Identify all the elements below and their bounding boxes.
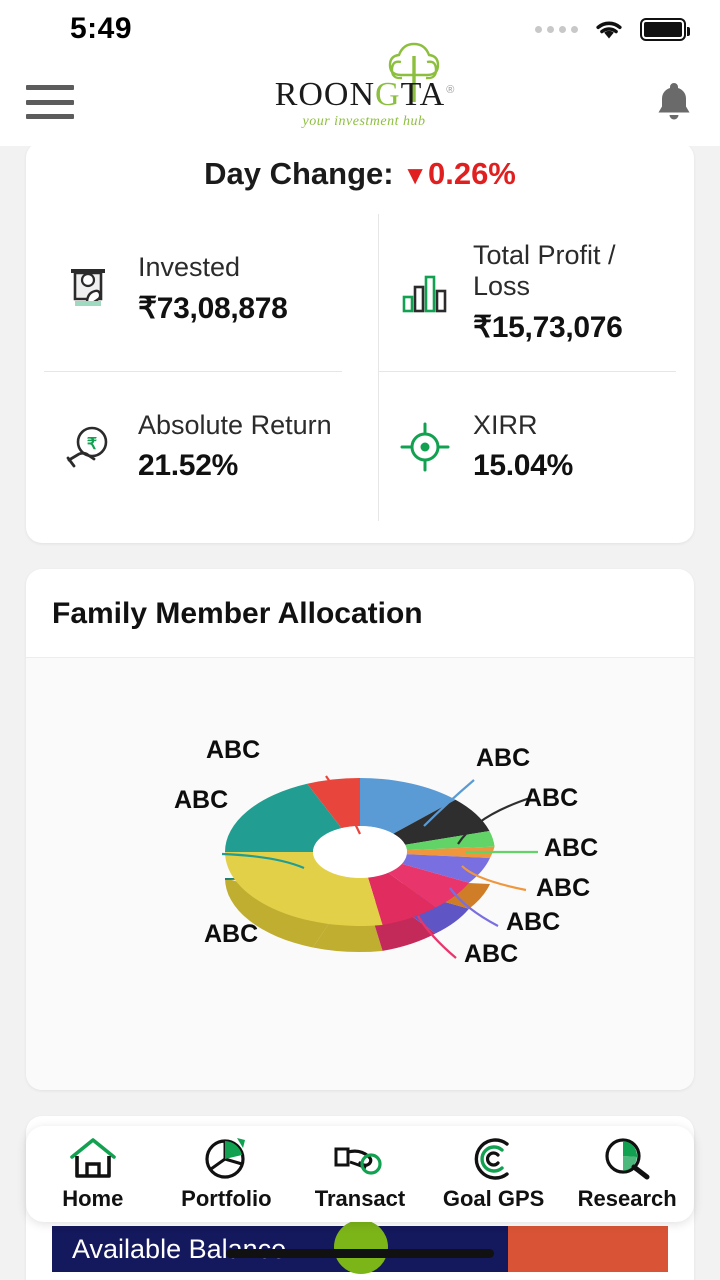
status-bar: 5:49 <box>0 0 720 58</box>
metric-xirr[interactable]: XIRR 15.04% <box>360 371 694 521</box>
chart-label-3: ABC <box>204 920 259 948</box>
logo-tagline: your investment hub <box>302 114 426 129</box>
metric-label: Total Profit / Loss <box>473 240 616 301</box>
day-change-value: 0.26% <box>427 156 516 191</box>
nav-label: Portfolio <box>181 1186 272 1211</box>
down-triangle-icon: ▼ <box>402 160 428 190</box>
portfolio-summary-card: Day Change: ▼0.26% Invested ₹73,08,878 T… <box>26 146 694 543</box>
family-allocation-card: Family Member Allocation ABC ABC ABC ABC… <box>26 569 694 1212</box>
app-header: ROONGTA ® your investment hub <box>0 42 720 146</box>
bottom-navigation-bar: Home Portfolio Transact Goal GPS Researc… <box>26 1126 694 1222</box>
signal-dots-icon <box>535 25 578 33</box>
hand-cash-icon <box>62 263 118 315</box>
home-icon <box>69 1138 116 1178</box>
chart-label-6: ABC <box>544 834 599 862</box>
nav-label: Home <box>62 1186 124 1211</box>
nav-item-transact[interactable]: Transact <box>293 1136 427 1212</box>
registered-mark: ® <box>446 84 455 96</box>
bell-icon[interactable] <box>654 79 694 125</box>
nav-item-research[interactable]: Research <box>560 1136 694 1212</box>
metric-label: XIRR <box>473 410 538 440</box>
bar-chart-icon <box>397 271 453 315</box>
status-bar-indicators <box>535 16 690 42</box>
metric-value: 21.52% <box>138 449 238 482</box>
metric-absolute-return[interactable]: ₹ Absolute Return 21.52% <box>26 371 360 521</box>
metrics-row-bottom: ₹ Absolute Return 21.52% XIRR 15.04% <box>26 371 694 521</box>
logo-text: ROONGTA <box>274 76 446 113</box>
search-pie-icon <box>605 1138 650 1180</box>
metrics-row-top: Invested ₹73,08,878 Total Profit / Loss … <box>26 214 694 371</box>
hamburger-menu-icon[interactable] <box>26 85 74 119</box>
chart-label-4: ABC <box>476 744 531 772</box>
day-change-label: Day Change: <box>204 156 394 191</box>
nav-label: Research <box>577 1186 677 1211</box>
metric-label: Invested <box>138 252 241 282</box>
status-bar-clock: 5:49 <box>70 12 133 45</box>
nav-item-goal-gps[interactable]: Goal GPS <box>427 1136 561 1212</box>
metric-invested[interactable]: Invested ₹73,08,878 <box>26 214 360 371</box>
nav-item-home[interactable]: Home <box>26 1136 160 1212</box>
chart-label-2: ABC <box>174 786 229 814</box>
nav-item-portfolio[interactable]: Portfolio <box>160 1136 294 1212</box>
wifi-icon <box>596 21 622 39</box>
chart-label-8: ABC <box>506 908 561 936</box>
day-change-row: Day Change: ▼0.26% <box>26 146 694 214</box>
family-allocation-chart[interactable]: ABC ABC ABC ABC ABC ABC ABC ABC ABC <box>26 658 694 1212</box>
target-arc-icon <box>474 1138 509 1180</box>
chart-label-5: ABC <box>524 784 579 812</box>
chart-label-1: ABC <box>206 736 261 764</box>
metric-value: ₹73,08,878 <box>138 292 288 325</box>
green-dot-icon <box>334 1220 388 1274</box>
app-logo: ROONGTA ® your investment hub <box>274 42 455 130</box>
banner-accent <box>508 1226 668 1272</box>
battery-full-icon <box>640 17 690 41</box>
rupee-hand-icon: ₹ <box>62 422 118 472</box>
target-icon <box>397 422 453 472</box>
home-indicator <box>226 1249 494 1258</box>
pie-chart-icon <box>205 1138 246 1179</box>
svg-text:₹: ₹ <box>87 436 97 453</box>
nav-label: Transact <box>314 1186 406 1211</box>
donut-chart-3d <box>221 775 538 1212</box>
scroll-content[interactable]: Day Change: ▼0.26% Invested ₹73,08,878 T… <box>0 146 720 1280</box>
family-allocation-title: Family Member Allocation <box>26 569 694 658</box>
phone-screen: 5:49 ROONGTA ® your investment hub Day C… <box>0 0 720 1280</box>
chart-label-7: ABC <box>536 874 591 902</box>
metric-value: ₹15,73,076 <box>473 311 623 344</box>
metric-total-profit-loss[interactable]: Total Profit / Loss ₹15,73,076 <box>360 214 694 371</box>
hand-coin-icon <box>334 1147 382 1175</box>
nav-label: Goal GPS <box>442 1186 545 1211</box>
chart-label-9: ABC <box>464 940 519 968</box>
metric-value: 15.04% <box>473 449 573 482</box>
metric-label: Absolute Return <box>138 410 332 440</box>
logo-wordmark: ROONGTA ® <box>274 76 455 113</box>
